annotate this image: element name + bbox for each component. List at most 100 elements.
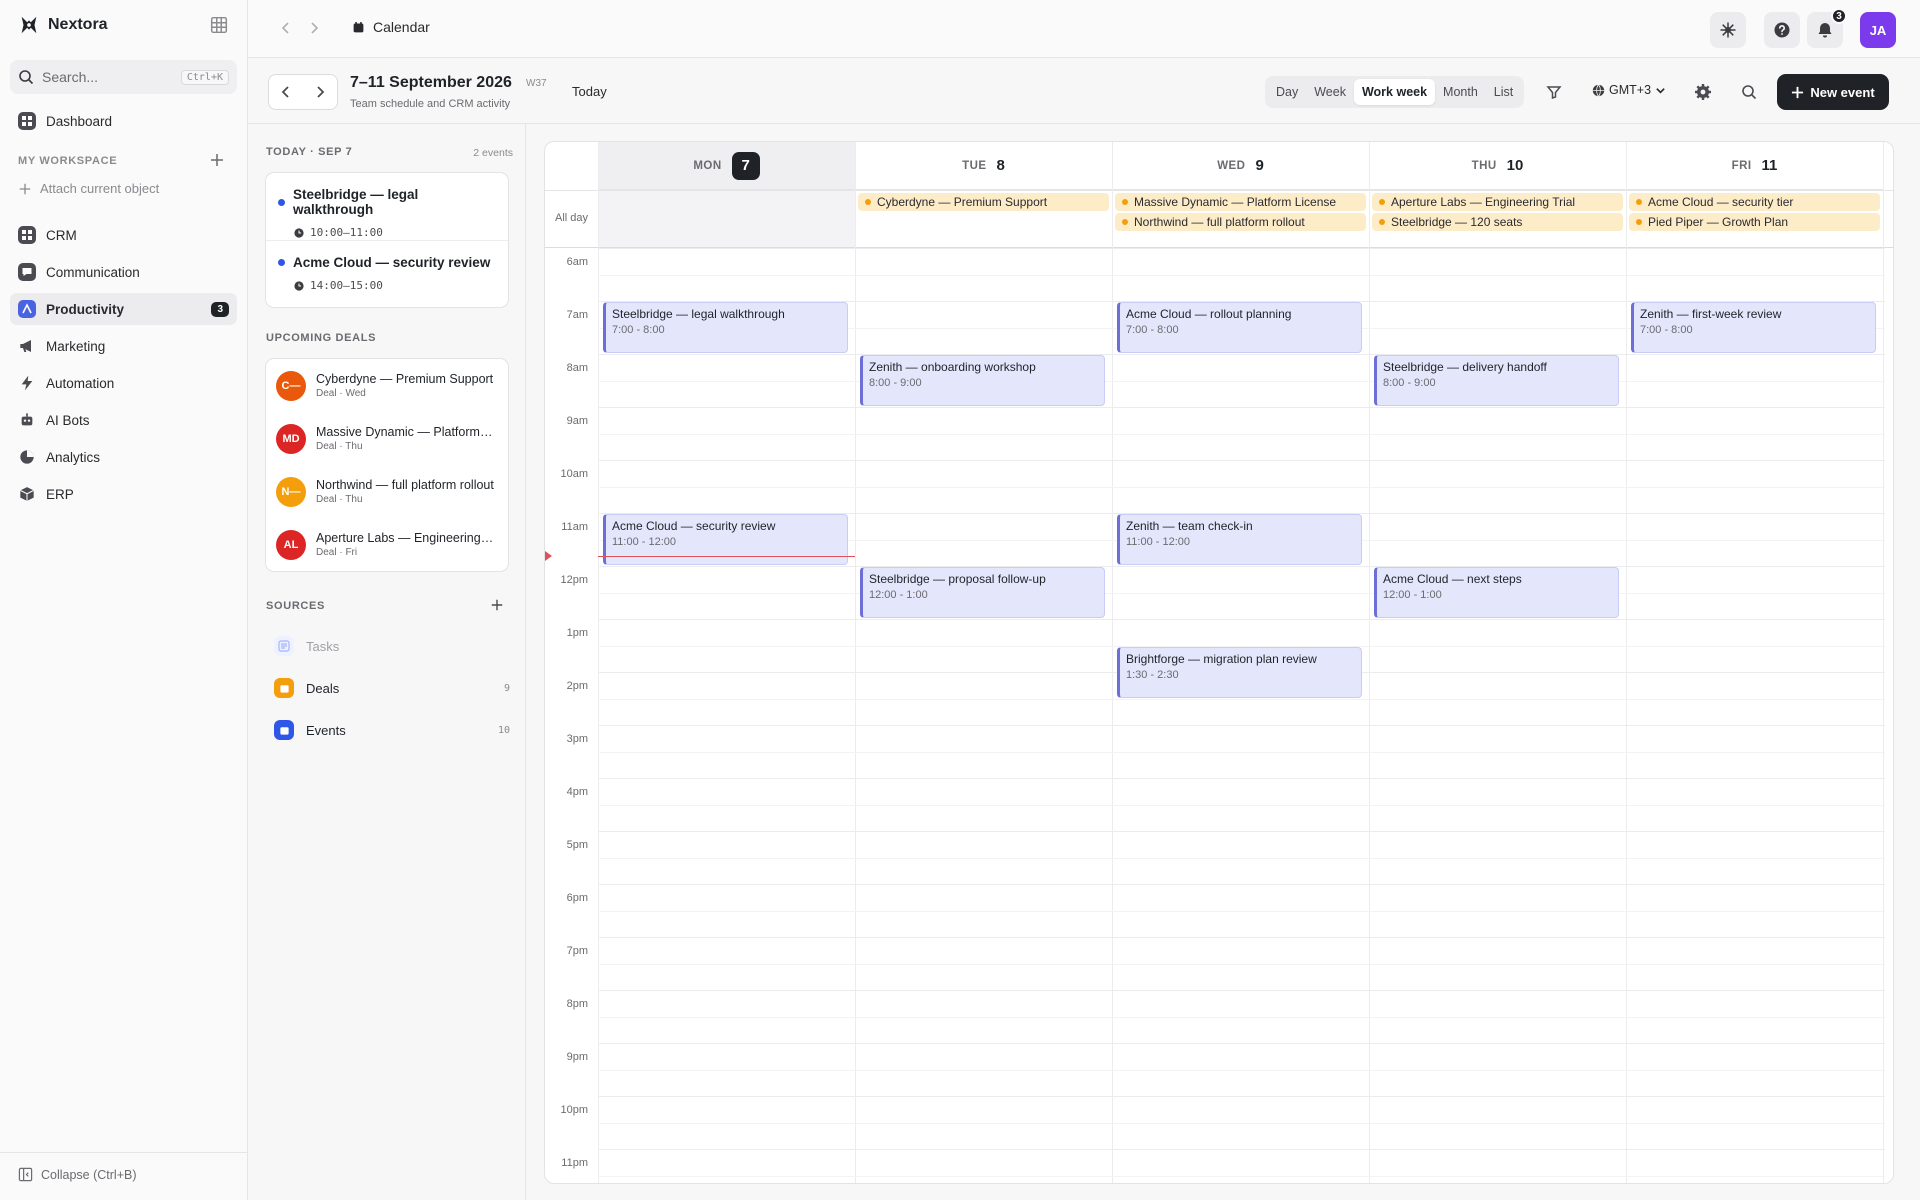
search-icon[interactable] bbox=[1741, 84, 1757, 100]
half-hour-line bbox=[598, 857, 1885, 859]
event-title: Steelbridge — proposal follow-up bbox=[869, 572, 1046, 586]
sidebar-item-automation[interactable]: Automation bbox=[10, 367, 237, 399]
deal-name: Massive Dynamic — Platform License bbox=[316, 425, 494, 439]
current-time-line bbox=[598, 556, 855, 557]
deal-item[interactable]: C— Cyberdyne — Premium Support Deal · Wed bbox=[266, 359, 508, 412]
all-day-event[interactable]: Pied Piper — Growth Plan bbox=[1629, 213, 1880, 231]
view-day-button[interactable]: Day bbox=[1268, 79, 1306, 105]
calendar-event[interactable]: Zenith — first-week review 7:00 - 8:00 bbox=[1631, 302, 1876, 353]
apps-grid-icon[interactable] bbox=[210, 16, 228, 34]
event-title: Acme Cloud — security review bbox=[612, 519, 776, 533]
all-day-event[interactable]: Aperture Labs — Engineering Trial bbox=[1372, 193, 1623, 211]
calendar-event[interactable]: Acme Cloud — next steps 12:00 - 1:00 bbox=[1374, 567, 1619, 618]
notifications-button[interactable]: 3 bbox=[1807, 8, 1847, 48]
sidebar-item-marketing[interactable]: Marketing bbox=[10, 330, 237, 362]
view-month-button[interactable]: Month bbox=[1435, 79, 1486, 105]
day-of-week: WED bbox=[1217, 159, 1246, 172]
source-count: 10 bbox=[497, 724, 510, 736]
sidebar-item-communication[interactable]: Communication bbox=[10, 256, 237, 288]
collapse-button[interactable]: Collapse (Ctrl+B) bbox=[18, 1167, 137, 1182]
sidebar-item-dashboard[interactable]: Dashboard bbox=[10, 105, 237, 137]
source-tasks[interactable]: Tasks bbox=[274, 634, 510, 658]
brand[interactable]: Nextora bbox=[18, 14, 108, 36]
day-header-thu[interactable]: THU 10 bbox=[1369, 142, 1626, 190]
source-deals[interactable]: Deals 9 bbox=[274, 676, 510, 700]
source-label: Events bbox=[306, 722, 346, 738]
attach-current-object[interactable]: Attach current object bbox=[18, 181, 159, 196]
event-time: 8:00 - 9:00 bbox=[869, 377, 922, 389]
deal-item[interactable]: AL Aperture Labs — Engineering Trial Deal … bbox=[266, 518, 508, 571]
event-dot bbox=[865, 199, 871, 205]
hour-label: 3pm bbox=[566, 733, 588, 745]
next-range-button[interactable] bbox=[303, 75, 337, 109]
deal-name: Cyberdyne — Premium Support bbox=[316, 372, 494, 386]
sidebar-item-erp[interactable]: ERP bbox=[10, 478, 237, 510]
sidebar-item-label: Automation bbox=[46, 375, 115, 391]
half-hour-line bbox=[598, 1069, 1885, 1071]
view-week-button[interactable]: Week bbox=[1306, 79, 1354, 105]
calendar-event[interactable]: Brightforge — migration plan review 1:30 … bbox=[1117, 646, 1362, 698]
timezone-select[interactable]: GMT+3 bbox=[1592, 83, 1666, 97]
all-day-event-title: Cyberdyne — Premium Support bbox=[877, 195, 1048, 209]
day-header-fri[interactable]: FRI 11 bbox=[1626, 142, 1883, 190]
deal-item[interactable]: MD Massive Dynamic — Platform License Deal… bbox=[266, 412, 508, 465]
new-event-button[interactable]: New event bbox=[1777, 74, 1889, 110]
new-event-label: New event bbox=[1810, 84, 1875, 100]
calendar-event[interactable]: Steelbridge — delivery handoff 8:00 - 9:0… bbox=[1374, 355, 1619, 406]
sidebar-item-label: Communication bbox=[46, 264, 140, 280]
column-divider bbox=[1626, 142, 1627, 1183]
deals-source-icon bbox=[274, 678, 294, 698]
breadcrumb[interactable]: Calendar bbox=[352, 19, 430, 35]
user-avatar[interactable]: JA bbox=[1860, 12, 1896, 48]
filter-icon[interactable] bbox=[1546, 84, 1562, 100]
today-event-item[interactable]: Acme Cloud — security review 14:00–15:00 bbox=[266, 240, 508, 307]
deal-item[interactable]: N— Northwind — full platform rollout Deal … bbox=[266, 465, 508, 518]
all-day-event[interactable]: Cyberdyne — Premium Support bbox=[858, 193, 1109, 211]
sidebar-item-analytics[interactable]: Analytics bbox=[10, 441, 237, 473]
prev-range-button[interactable] bbox=[269, 75, 303, 109]
all-day-event[interactable]: Northwind — full platform rollout bbox=[1115, 213, 1366, 231]
event-title: Zenith — onboarding workshop bbox=[869, 360, 1036, 374]
sidebar-item-label: Marketing bbox=[46, 338, 106, 354]
hour-label: 11pm bbox=[561, 1157, 588, 1169]
calendar-event[interactable]: Zenith — team check-in 11:00 - 12:00 bbox=[1117, 514, 1362, 565]
all-day-event[interactable]: Acme Cloud — security tier bbox=[1629, 193, 1880, 211]
event-time: 7:00 - 8:00 bbox=[1640, 324, 1693, 336]
view-list-button[interactable]: List bbox=[1486, 79, 1521, 105]
day-header-wed[interactable]: WED 9 bbox=[1112, 142, 1369, 190]
back-icon[interactable] bbox=[278, 20, 294, 36]
day-header-mon[interactable]: MON 7 bbox=[598, 142, 855, 190]
calendar-event[interactable]: Acme Cloud — rollout planning 7:00 - 8:00 bbox=[1117, 302, 1362, 353]
day-header-tue[interactable]: TUE 8 bbox=[855, 142, 1112, 190]
today-event-item[interactable]: Steelbridge — legal walkthrough 10:00–11… bbox=[266, 173, 508, 240]
calendar-event[interactable]: Steelbridge — proposal follow-up 12:00 - … bbox=[860, 567, 1105, 618]
sidebar-item-crm[interactable]: CRM bbox=[10, 219, 237, 251]
hour-line bbox=[598, 619, 1885, 620]
add-source-icon[interactable] bbox=[490, 598, 504, 612]
all-day-event-title: Aperture Labs — Engineering Trial bbox=[1391, 195, 1576, 209]
half-hour-line bbox=[598, 592, 1885, 594]
source-events[interactable]: Events 10 bbox=[274, 718, 510, 742]
add-workspace-icon[interactable] bbox=[209, 152, 225, 168]
sidebar: Nextora Search... Ctrl+K Dashboard MY WO… bbox=[0, 0, 248, 1200]
all-day-event[interactable]: Steelbridge — 120 seats bbox=[1372, 213, 1623, 231]
forward-icon[interactable] bbox=[306, 20, 322, 36]
sidebar-item-ai-bots[interactable]: AI Bots bbox=[10, 404, 237, 436]
hour-label: 5pm bbox=[566, 839, 588, 851]
sidebar-item-productivity[interactable]: Productivity 3 bbox=[10, 293, 237, 325]
gear-icon[interactable] bbox=[1694, 83, 1712, 101]
integrations-button[interactable] bbox=[1710, 12, 1746, 48]
deal-name: Aperture Labs — Engineering Trial bbox=[316, 531, 494, 545]
help-button[interactable] bbox=[1764, 12, 1800, 48]
deal-meta: Deal · Thu bbox=[316, 494, 363, 505]
event-title: Acme Cloud — rollout planning bbox=[1126, 307, 1292, 321]
today-button[interactable]: Today bbox=[572, 84, 607, 99]
calendar-event[interactable]: Acme Cloud — security review 11:00 - 12:0… bbox=[603, 514, 848, 565]
search-input[interactable]: Search... Ctrl+K bbox=[10, 60, 237, 94]
all-day-event[interactable]: Massive Dynamic — Platform License bbox=[1115, 193, 1366, 211]
megaphone-icon bbox=[18, 337, 36, 355]
view-work-week-button[interactable]: Work week bbox=[1353, 79, 1436, 105]
collapse-icon bbox=[18, 1167, 33, 1182]
calendar-event[interactable]: Zenith — onboarding workshop 8:00 - 9:00 bbox=[860, 355, 1105, 406]
calendar-event[interactable]: Steelbridge — legal walkthrough 7:00 - 8:… bbox=[603, 302, 848, 353]
